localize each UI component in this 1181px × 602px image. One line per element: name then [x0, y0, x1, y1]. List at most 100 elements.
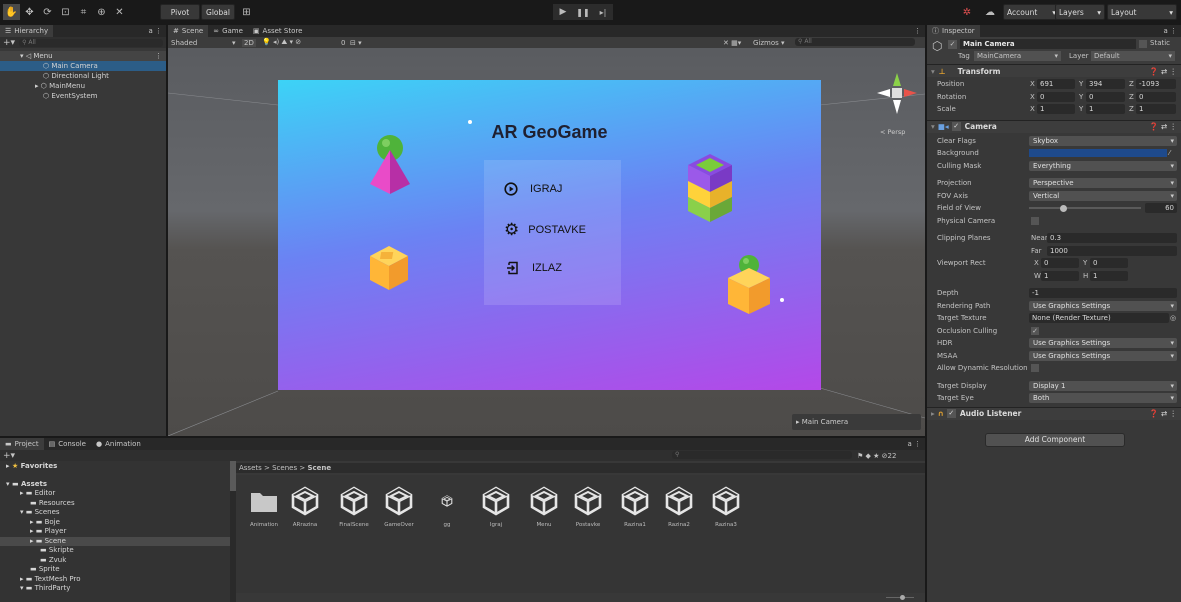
more-icon[interactable]: ⋮	[914, 27, 921, 35]
asset-folder[interactable]: Animation	[245, 486, 283, 528]
hierarchy-item-event-system[interactable]: ⬡ EventSystem	[0, 91, 166, 101]
perspective-label[interactable]: < Persp	[880, 128, 905, 136]
pivot-toggle[interactable]: Pivot	[160, 4, 200, 20]
play-icon[interactable]: ▶	[553, 4, 573, 20]
tree-item-resources[interactable]: ▬ Resources	[0, 499, 230, 509]
static-checkbox[interactable]	[1139, 40, 1147, 48]
settings-button[interactable]: ⚙ POSTAVKE	[504, 221, 586, 238]
scale-z-field[interactable]: 1	[1136, 104, 1176, 115]
breadcrumb-assets[interactable]: Assets	[239, 464, 262, 472]
rotation-y-field[interactable]: 0	[1086, 91, 1125, 102]
scale-x-field[interactable]: 1	[1037, 104, 1075, 115]
camera-header[interactable]: ▾ ■◂ ✓ Camera ❓ ⇄ ⋮	[927, 119, 1181, 133]
2d-toggle[interactable]: 2D	[242, 38, 256, 47]
asset-scene-file[interactable]: ARrazina	[286, 486, 324, 528]
audio-listener-header[interactable]: ▸ ∩ ✓ Audio Listener ❓ ⇄ ⋮	[927, 406, 1181, 420]
hdr-dropdown[interactable]: Use Graphics Settings	[1029, 338, 1177, 349]
far-field[interactable]: 1000	[1047, 245, 1177, 256]
add-component-button[interactable]: Add Component	[985, 433, 1125, 447]
gizmos-dropdown[interactable]: Gizmos ▾	[753, 39, 785, 47]
viewport-y-field[interactable]: 0	[1090, 258, 1128, 269]
position-y-field[interactable]: 394	[1086, 79, 1125, 90]
camera-preview-header[interactable]: ▸ Main Camera	[792, 414, 921, 430]
breadcrumb-scene[interactable]: Scene	[307, 464, 331, 472]
asset-scene-file[interactable]: Postavke	[569, 486, 607, 528]
scale-y-field[interactable]: 1	[1086, 104, 1125, 115]
occlusion-checkbox[interactable]: ✓	[1031, 326, 1039, 335]
layers-dropdown[interactable]: Layers ▾	[1055, 4, 1105, 20]
favorites-item[interactable]: ▸ ★ Favorites	[0, 461, 230, 471]
position-x-field[interactable]: 691	[1037, 79, 1075, 90]
zoom-slider-thumb[interactable]	[900, 595, 905, 600]
lighting-icon[interactable]: 💡 ◂) ⛰ ▾ ⊘	[262, 38, 301, 47]
tree-item-boje[interactable]: ▸ ▬ Boje	[0, 518, 230, 528]
hierarchy-item-main-menu[interactable]: ▸ ⬡ MainMenu	[0, 81, 166, 91]
tree-item-zvuk[interactable]: ▬ Zvuk	[0, 556, 230, 566]
msaa-dropdown[interactable]: Use Graphics Settings	[1029, 350, 1177, 361]
canvas-handle[interactable]	[468, 120, 472, 124]
tab-game[interactable]: ∞ Game	[208, 25, 248, 37]
tree-item-thirdparty[interactable]: ▾ ▬ ThirdParty	[0, 584, 230, 594]
component-menu-icon[interactable]: ❓ ⇄ ⋮	[1149, 67, 1177, 76]
orientation-gizmo[interactable]	[872, 68, 922, 118]
collab-icon[interactable]: ✲	[957, 4, 977, 20]
lock-icon[interactable]: a ⋮	[907, 440, 921, 448]
rotate-tool-icon[interactable]: ⟳	[39, 4, 56, 20]
step-icon[interactable]: ▸|	[593, 4, 613, 20]
tree-item-sprite[interactable]: ▬ Sprite	[0, 565, 230, 575]
hierarchy-item-main-camera[interactable]: ⬡ Main Camera	[0, 61, 166, 71]
custom-tool-icon[interactable]: ✕	[111, 4, 128, 20]
exit-button[interactable]: IZLAZ	[506, 261, 562, 275]
tab-project[interactable]: ▬ Project	[0, 438, 44, 450]
transform-header[interactable]: ▾ ⊥ Transform ❓ ⇄ ⋮	[927, 64, 1181, 77]
pause-icon[interactable]: ❚❚	[573, 4, 593, 20]
component-menu-icon[interactable]: ❓ ⇄ ⋮	[1149, 409, 1177, 418]
asset-scene-file[interactable]: Razina1	[616, 486, 654, 528]
grid-snap-icon[interactable]: ⊞	[238, 4, 255, 20]
tab-hierarchy[interactable]: ☰ Hierarchy	[0, 25, 54, 37]
viewport-w-field[interactable]: 1	[1041, 270, 1079, 281]
more-icon[interactable]: ⋮	[155, 51, 166, 61]
fov-slider-thumb[interactable]	[1059, 204, 1067, 212]
tree-item-scenes[interactable]: ▾ ▬ Scenes	[0, 508, 230, 518]
audio-enabled-checkbox[interactable]: ✓	[946, 409, 956, 418]
rect-tool-icon[interactable]: ⌗	[75, 4, 92, 20]
component-menu-icon[interactable]: ❓ ⇄ ⋮	[1149, 122, 1177, 131]
asset-scene-file[interactable]: Igraj	[477, 486, 515, 528]
scale-tool-icon[interactable]: ⊡	[57, 4, 74, 20]
tab-asset-store[interactable]: ▣ Asset Store	[248, 25, 308, 37]
position-z-field[interactable]: -1093	[1136, 79, 1176, 90]
clear-flags-dropdown[interactable]: Skybox	[1029, 135, 1177, 146]
lock-icon[interactable]: a ⋮	[148, 27, 162, 35]
move-tool-icon[interactable]: ✥	[21, 4, 38, 20]
object-name-input[interactable]: Main Camera	[960, 39, 1136, 49]
tools-icon[interactable]: ✕ ▦▾	[723, 39, 741, 47]
rendering-path-dropdown[interactable]: Use Graphics Settings	[1029, 300, 1177, 311]
rotation-x-field[interactable]: 0	[1037, 91, 1075, 102]
viewport-h-field[interactable]: 1	[1090, 270, 1128, 281]
object-picker-icon[interactable]: ◎	[1170, 314, 1176, 322]
eyedropper-icon[interactable]: ⁄	[1169, 149, 1170, 157]
canvas-handle[interactable]	[780, 298, 784, 302]
camera-settings-icon[interactable]: ⊟ ▾	[350, 39, 362, 47]
tab-scene[interactable]: # Scene	[168, 25, 209, 37]
shading-mode-dropdown[interactable]: Shaded	[171, 39, 197, 47]
rotation-z-field[interactable]: 0	[1136, 91, 1176, 102]
tree-item-skripte[interactable]: ▬ Skripte	[0, 546, 230, 556]
add-icon[interactable]: +▾	[3, 38, 15, 48]
culling-mask-dropdown[interactable]: Everything	[1029, 160, 1177, 171]
target-eye-dropdown[interactable]: Both	[1029, 393, 1177, 404]
lock-icon[interactable]: a ⋮	[1163, 27, 1177, 35]
fov-value-field[interactable]: 60	[1145, 203, 1177, 214]
tree-item-editor[interactable]: ▸ ▬ Editor	[0, 489, 230, 499]
cloud-icon[interactable]: ☁	[980, 4, 1000, 20]
asset-scene-file[interactable]: gg	[428, 486, 466, 528]
depth-field[interactable]: -1	[1029, 288, 1177, 299]
layout-dropdown[interactable]: Layout ▾	[1107, 4, 1177, 20]
hand-tool-icon[interactable]: ✋	[3, 4, 20, 20]
breadcrumb-scenes[interactable]: Scenes	[272, 464, 297, 472]
scene-search-input[interactable]: ⚲ All	[795, 38, 915, 46]
background-color-swatch[interactable]	[1029, 149, 1167, 158]
near-field[interactable]: 0.3	[1047, 233, 1177, 244]
tab-animation[interactable]: ● Animation	[91, 438, 146, 450]
